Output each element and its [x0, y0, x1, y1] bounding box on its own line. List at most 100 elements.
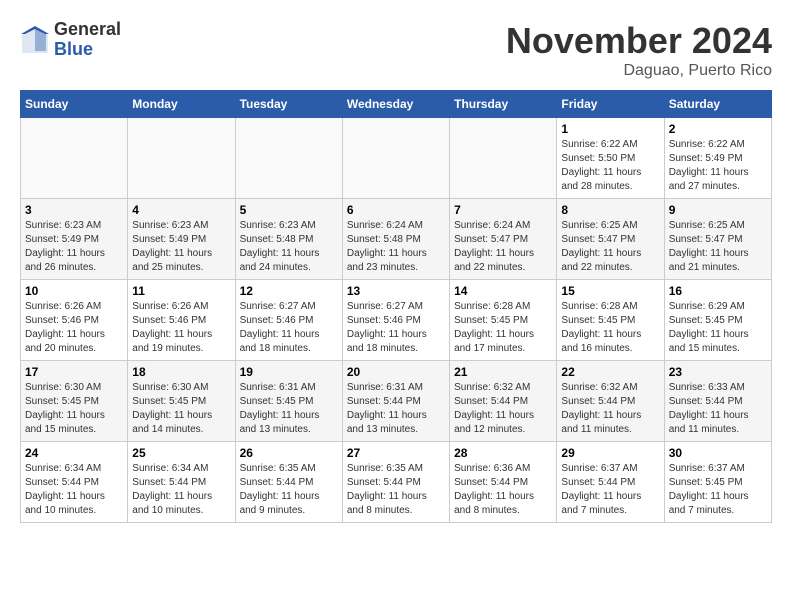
day-info: Sunrise: 6:24 AMSunset: 5:48 PMDaylight:…: [347, 219, 445, 275]
day-number: 16: [669, 284, 767, 298]
day-info: Sunrise: 6:27 AMSunset: 5:46 PMDaylight:…: [240, 300, 338, 356]
day-number: 13: [347, 284, 445, 298]
calendar-week-2: 3 Sunrise: 6:23 AMSunset: 5:49 PMDaylight…: [21, 199, 772, 280]
calendar-cell: 17Sunrise: 6:30 AMSunset: 5:45 PMDayligh…: [21, 361, 128, 442]
calendar-header-row: Sunday Monday Tuesday Wednesday Thursday…: [21, 91, 772, 118]
calendar-week-4: 17Sunrise: 6:30 AMSunset: 5:45 PMDayligh…: [21, 361, 772, 442]
page-header: General Blue November 2024 Daguao, Puert…: [20, 20, 772, 80]
day-info: Sunrise: 6:34 AMSunset: 5:44 PMDaylight:…: [25, 462, 123, 518]
calendar-cell: 11 Sunrise: 6:26 AMSunset: 5:46 PMDayligh…: [128, 280, 235, 361]
title-block: November 2024 Daguao, Puerto Rico: [506, 20, 772, 80]
day-info: Sunrise: 6:22 AMSunset: 5:49 PMDaylight:…: [669, 138, 767, 194]
calendar-cell: 9Sunrise: 6:25 AMSunset: 5:47 PMDaylight…: [664, 199, 771, 280]
calendar-cell: 3 Sunrise: 6:23 AMSunset: 5:49 PMDaylight…: [21, 199, 128, 280]
calendar-cell: [235, 118, 342, 199]
day-number: 1: [561, 122, 659, 136]
header-tuesday: Tuesday: [235, 91, 342, 118]
calendar-cell: 14Sunrise: 6:28 AMSunset: 5:45 PMDayligh…: [450, 280, 557, 361]
day-number: 19: [240, 365, 338, 379]
calendar-cell: 2 Sunrise: 6:22 AMSunset: 5:49 PMDaylight…: [664, 118, 771, 199]
logo-general: General: [54, 20, 121, 40]
calendar-cell: 21 Sunrise: 6:32 AMSunset: 5:44 PMDayligh…: [450, 361, 557, 442]
calendar-week-3: 10 Sunrise: 6:26 AMSunset: 5:46 PMDayligh…: [21, 280, 772, 361]
day-number: 3: [25, 203, 123, 217]
day-info: Sunrise: 6:32 AMSunset: 5:44 PMDaylight:…: [561, 381, 659, 437]
calendar-cell: 30Sunrise: 6:37 AMSunset: 5:45 PMDayligh…: [664, 442, 771, 523]
day-number: 11: [132, 284, 230, 298]
day-info: Sunrise: 6:28 AMSunset: 5:45 PMDaylight:…: [561, 300, 659, 356]
calendar-week-5: 24Sunrise: 6:34 AMSunset: 5:44 PMDayligh…: [21, 442, 772, 523]
day-info: Sunrise: 6:25 AMSunset: 5:47 PMDaylight:…: [561, 219, 659, 275]
calendar-cell: 15 Sunrise: 6:28 AMSunset: 5:45 PMDayligh…: [557, 280, 664, 361]
day-number: 21: [454, 365, 552, 379]
calendar-cell: 6 Sunrise: 6:24 AMSunset: 5:48 PMDaylight…: [342, 199, 449, 280]
day-info: Sunrise: 6:32 AMSunset: 5:44 PMDaylight:…: [454, 381, 552, 437]
day-number: 15: [561, 284, 659, 298]
day-number: 26: [240, 446, 338, 460]
day-info: Sunrise: 6:22 AMSunset: 5:50 PMDaylight:…: [561, 138, 659, 194]
day-number: 28: [454, 446, 552, 460]
day-number: 8: [561, 203, 659, 217]
day-number: 22: [561, 365, 659, 379]
day-info: Sunrise: 6:28 AMSunset: 5:45 PMDaylight:…: [454, 300, 552, 356]
day-number: 7: [454, 203, 552, 217]
day-number: 4: [132, 203, 230, 217]
calendar-cell: [450, 118, 557, 199]
day-number: 2: [669, 122, 767, 136]
day-info: Sunrise: 6:23 AMSunset: 5:49 PMDaylight:…: [132, 219, 230, 275]
day-info: Sunrise: 6:35 AMSunset: 5:44 PMDaylight:…: [347, 462, 445, 518]
day-number: 18: [132, 365, 230, 379]
header-monday: Monday: [128, 91, 235, 118]
calendar-cell: 7 Sunrise: 6:24 AMSunset: 5:47 PMDaylight…: [450, 199, 557, 280]
calendar-cell: 12 Sunrise: 6:27 AMSunset: 5:46 PMDayligh…: [235, 280, 342, 361]
day-info: Sunrise: 6:23 AMSunset: 5:49 PMDaylight:…: [25, 219, 123, 275]
day-info: Sunrise: 6:30 AMSunset: 5:45 PMDaylight:…: [25, 381, 123, 437]
day-number: 20: [347, 365, 445, 379]
calendar-cell: 4 Sunrise: 6:23 AMSunset: 5:49 PMDaylight…: [128, 199, 235, 280]
header-sunday: Sunday: [21, 91, 128, 118]
day-info: Sunrise: 6:31 AMSunset: 5:44 PMDaylight:…: [347, 381, 445, 437]
calendar-cell: 19 Sunrise: 6:31 AMSunset: 5:45 PMDayligh…: [235, 361, 342, 442]
header-wednesday: Wednesday: [342, 91, 449, 118]
calendar-cell: 10 Sunrise: 6:26 AMSunset: 5:46 PMDayligh…: [21, 280, 128, 361]
day-info: Sunrise: 6:34 AMSunset: 5:44 PMDaylight:…: [132, 462, 230, 518]
day-info: Sunrise: 6:36 AMSunset: 5:44 PMDaylight:…: [454, 462, 552, 518]
day-info: Sunrise: 6:29 AMSunset: 5:45 PMDaylight:…: [669, 300, 767, 356]
day-info: Sunrise: 6:23 AMSunset: 5:48 PMDaylight:…: [240, 219, 338, 275]
day-number: 29: [561, 446, 659, 460]
day-number: 10: [25, 284, 123, 298]
day-info: Sunrise: 6:31 AMSunset: 5:45 PMDaylight:…: [240, 381, 338, 437]
day-number: 12: [240, 284, 338, 298]
calendar-cell: 20 Sunrise: 6:31 AMSunset: 5:44 PMDayligh…: [342, 361, 449, 442]
day-info: Sunrise: 6:26 AMSunset: 5:46 PMDaylight:…: [25, 300, 123, 356]
calendar-cell: 24Sunrise: 6:34 AMSunset: 5:44 PMDayligh…: [21, 442, 128, 523]
day-number: 5: [240, 203, 338, 217]
logo-blue: Blue: [54, 40, 121, 60]
header-saturday: Saturday: [664, 91, 771, 118]
day-number: 23: [669, 365, 767, 379]
calendar-cell: [21, 118, 128, 199]
calendar-cell: 23 Sunrise: 6:33 AMSunset: 5:44 PMDayligh…: [664, 361, 771, 442]
header-thursday: Thursday: [450, 91, 557, 118]
calendar-cell: [342, 118, 449, 199]
calendar-cell: 26 Sunrise: 6:35 AMSunset: 5:44 PMDayligh…: [235, 442, 342, 523]
logo-text: General Blue: [54, 20, 121, 60]
calendar-cell: 25Sunrise: 6:34 AMSunset: 5:44 PMDayligh…: [128, 442, 235, 523]
day-info: Sunrise: 6:37 AMSunset: 5:44 PMDaylight:…: [561, 462, 659, 518]
day-info: Sunrise: 6:33 AMSunset: 5:44 PMDaylight:…: [669, 381, 767, 437]
calendar-cell: 27 Sunrise: 6:35 AMSunset: 5:44 PMDayligh…: [342, 442, 449, 523]
day-info: Sunrise: 6:25 AMSunset: 5:47 PMDaylight:…: [669, 219, 767, 275]
day-number: 27: [347, 446, 445, 460]
day-info: Sunrise: 6:24 AMSunset: 5:47 PMDaylight:…: [454, 219, 552, 275]
calendar-cell: 16 Sunrise: 6:29 AMSunset: 5:45 PMDayligh…: [664, 280, 771, 361]
calendar-cell: 18Sunrise: 6:30 AMSunset: 5:45 PMDayligh…: [128, 361, 235, 442]
calendar-cell: 22 Sunrise: 6:32 AMSunset: 5:44 PMDayligh…: [557, 361, 664, 442]
calendar-cell: 29 Sunrise: 6:37 AMSunset: 5:44 PMDayligh…: [557, 442, 664, 523]
day-number: 6: [347, 203, 445, 217]
calendar-cell: 28 Sunrise: 6:36 AMSunset: 5:44 PMDayligh…: [450, 442, 557, 523]
calendar-cell: 8 Sunrise: 6:25 AMSunset: 5:47 PMDaylight…: [557, 199, 664, 280]
day-info: Sunrise: 6:26 AMSunset: 5:46 PMDaylight:…: [132, 300, 230, 356]
location: Daguao, Puerto Rico: [506, 62, 772, 80]
day-info: Sunrise: 6:37 AMSunset: 5:45 PMDaylight:…: [669, 462, 767, 518]
day-info: Sunrise: 6:35 AMSunset: 5:44 PMDaylight:…: [240, 462, 338, 518]
